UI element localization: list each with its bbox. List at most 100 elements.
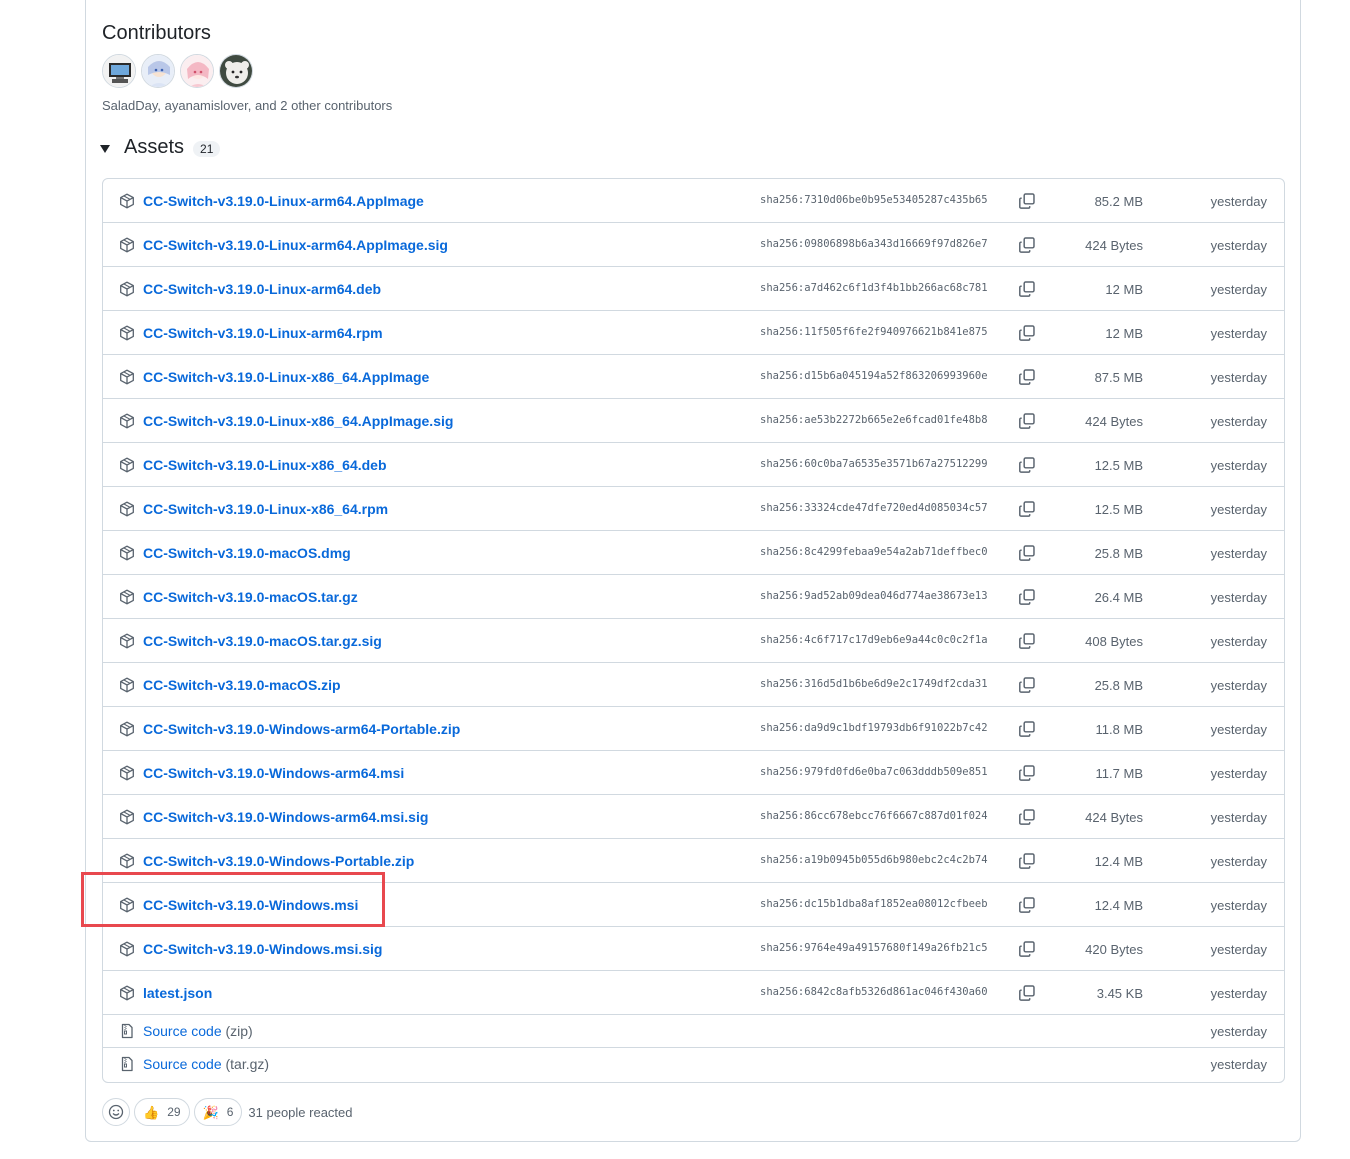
asset-row: CC-Switch-v3.19.0-Linux-arm64.deb sha256:… — [103, 267, 1284, 311]
asset-row: CC-Switch-v3.19.0-macOS.dmg sha256:8c4299… — [103, 531, 1284, 575]
asset-row: CC-Switch-v3.19.0-Windows-arm64.msi sha25… — [103, 751, 1284, 795]
copy-icon[interactable] — [1018, 940, 1036, 958]
contributor-avatars — [102, 54, 253, 88]
asset-date: yesterday — [1210, 194, 1267, 209]
asset-link[interactable]: CC-Switch-v3.19.0-Linux-arm64.deb — [143, 281, 381, 297]
file-zip-icon — [121, 1056, 133, 1072]
asset-link[interactable]: CC-Switch-v3.19.0-Windows-arm64.msi.sig — [143, 809, 428, 825]
asset-link[interactable]: CC-Switch-v3.19.0-Linux-arm64.AppImage.s… — [143, 237, 448, 253]
copy-icon[interactable] — [1018, 500, 1036, 518]
asset-row: CC-Switch-v3.19.0-macOS.tar.gz sha256:9ad… — [103, 575, 1284, 619]
source-code-ext: (zip) — [225, 1023, 253, 1039]
asset-date: yesterday — [1210, 1057, 1267, 1072]
copy-icon[interactable] — [1018, 324, 1036, 342]
copy-icon[interactable] — [1018, 676, 1036, 694]
copy-icon[interactable] — [1018, 412, 1036, 430]
assets-list: CC-Switch-v3.19.0-Linux-arm64.AppImage sh… — [102, 178, 1285, 1083]
asset-link[interactable]: CC-Switch-v3.19.0-Linux-arm64.AppImage — [143, 193, 424, 209]
package-icon — [120, 809, 134, 825]
avatar[interactable] — [219, 54, 253, 88]
package-icon — [120, 193, 134, 209]
asset-sha256: sha256:979fd0fd6e0ba7c063dddb509e851 — [760, 766, 988, 778]
asset-sha256: sha256:7310d06be0b95e53405287c435b65 — [760, 194, 988, 206]
asset-link[interactable]: CC-Switch-v3.19.0-Linux-x86_64.rpm — [143, 501, 388, 517]
asset-row: CC-Switch-v3.19.0-macOS.tar.gz.sig sha256… — [103, 619, 1284, 663]
package-icon — [120, 853, 134, 869]
add-reaction-button[interactable] — [102, 1098, 130, 1126]
package-icon — [120, 369, 134, 385]
asset-size: 424 Bytes — [1085, 414, 1143, 429]
asset-date: yesterday — [1210, 634, 1267, 649]
asset-date: yesterday — [1210, 722, 1267, 737]
asset-date: yesterday — [1210, 590, 1267, 605]
copy-icon[interactable] — [1018, 368, 1036, 386]
asset-link[interactable]: CC-Switch-v3.19.0-Windows.msi — [143, 897, 358, 913]
asset-size: 12.4 MB — [1094, 854, 1143, 869]
copy-icon[interactable] — [1018, 280, 1036, 298]
asset-size: 26.4 MB — [1094, 590, 1143, 605]
asset-date: yesterday — [1210, 282, 1267, 297]
package-icon — [120, 721, 134, 737]
asset-date: yesterday — [1210, 414, 1267, 429]
source-code-ext: (tar.gz) — [225, 1056, 270, 1072]
avatar[interactable] — [141, 54, 175, 88]
asset-link[interactable]: CC-Switch-v3.19.0-Windows-arm64-Portable… — [143, 721, 460, 737]
asset-date: yesterday — [1210, 458, 1267, 473]
reactions-bar: 👍 29 🎉 6 31 people reacted — [102, 1098, 353, 1126]
asset-size: 12 MB — [1105, 326, 1143, 341]
asset-row: latest.json sha256:6842c8afb5326d861ac046… — [103, 971, 1284, 1015]
asset-row: CC-Switch-v3.19.0-Linux-x86_64.rpm sha256… — [103, 487, 1284, 531]
asset-link[interactable]: CC-Switch-v3.19.0-macOS.zip — [143, 677, 341, 693]
copy-icon[interactable] — [1018, 720, 1036, 738]
package-icon — [120, 985, 134, 1001]
package-icon — [120, 589, 134, 605]
assets-toggle[interactable]: Assets 21 — [100, 136, 221, 159]
copy-icon[interactable] — [1018, 896, 1036, 914]
asset-link[interactable]: CC-Switch-v3.19.0-Windows-arm64.msi — [143, 765, 404, 781]
copy-icon[interactable] — [1018, 456, 1036, 474]
asset-link[interactable]: CC-Switch-v3.19.0-macOS.tar.gz — [143, 589, 358, 605]
asset-link[interactable]: latest.json — [143, 985, 212, 1001]
copy-icon[interactable] — [1018, 192, 1036, 210]
asset-link[interactable]: CC-Switch-v3.19.0-Windows.msi.sig — [143, 941, 382, 957]
avatar[interactable] — [102, 54, 136, 88]
source-code-link[interactable]: Source code (tar.gz) — [143, 1056, 269, 1072]
reaction-tada[interactable]: 🎉 6 — [193, 1098, 243, 1126]
smiley-icon — [108, 1104, 124, 1120]
reaction-thumbs-up[interactable]: 👍 29 — [134, 1098, 190, 1126]
copy-icon[interactable] — [1018, 808, 1036, 826]
package-icon — [120, 941, 134, 957]
asset-link[interactable]: CC-Switch-v3.19.0-Linux-x86_64.deb — [143, 457, 387, 473]
asset-sha256: sha256:4c6f717c17d9eb6e9a44c0c0c2f1a — [760, 634, 988, 646]
copy-icon[interactable] — [1018, 632, 1036, 650]
package-icon — [120, 237, 134, 253]
asset-date: yesterday — [1210, 766, 1267, 781]
asset-link[interactable]: CC-Switch-v3.19.0-Linux-x86_64.AppImage.… — [143, 413, 453, 429]
thumbs-up-icon: 👍 — [143, 1104, 160, 1120]
package-icon — [120, 457, 134, 473]
asset-size: 85.2 MB — [1094, 194, 1143, 209]
asset-link[interactable]: CC-Switch-v3.19.0-macOS.tar.gz.sig — [143, 633, 382, 649]
asset-link[interactable]: CC-Switch-v3.19.0-Linux-x86_64.AppImage — [143, 369, 429, 385]
copy-icon[interactable] — [1018, 852, 1036, 870]
asset-row: CC-Switch-v3.19.0-macOS.zip sha256:316d5d… — [103, 663, 1284, 707]
copy-icon[interactable] — [1018, 588, 1036, 606]
asset-link[interactable]: CC-Switch-v3.19.0-Linux-arm64.rpm — [143, 325, 383, 341]
asset-sha256: sha256:ae53b2272b665e2e6fcad01fe48b8 — [760, 414, 988, 426]
copy-icon[interactable] — [1018, 984, 1036, 1002]
asset-link[interactable]: CC-Switch-v3.19.0-Windows-Portable.zip — [143, 853, 414, 869]
source-code-row: Source code (tar.gz) yesterday — [103, 1048, 1284, 1081]
avatar[interactable] — [180, 54, 214, 88]
copy-icon[interactable] — [1018, 544, 1036, 562]
source-code-link[interactable]: Source code (zip) — [143, 1023, 253, 1039]
copy-icon[interactable] — [1018, 236, 1036, 254]
copy-icon[interactable] — [1018, 764, 1036, 782]
asset-link[interactable]: CC-Switch-v3.19.0-macOS.dmg — [143, 545, 351, 561]
asset-date: yesterday — [1210, 238, 1267, 253]
package-icon — [120, 281, 134, 297]
asset-date: yesterday — [1210, 898, 1267, 913]
file-zip-icon — [121, 1023, 133, 1039]
package-icon — [120, 765, 134, 781]
asset-sha256: sha256:a7d462c6f1d3f4b1bb266ac68c781 — [760, 282, 988, 294]
source-code-label: Source code — [143, 1056, 222, 1072]
